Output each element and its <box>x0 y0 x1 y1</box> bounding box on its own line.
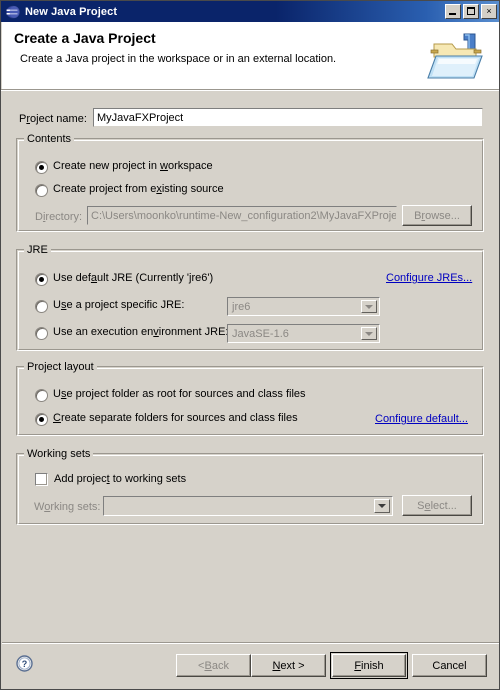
directory-value: C:\Users\moonko\runtime-New_configuratio… <box>91 209 397 222</box>
project-name-label: Project name: <box>19 113 87 125</box>
chevron-down-icon[interactable] <box>374 499 390 513</box>
window-title: New Java Project <box>25 5 118 18</box>
new-java-project-dialog: New Java Project × Create a Java Project… <box>0 0 500 690</box>
chevron-down-icon[interactable] <box>361 327 377 340</box>
directory-label: Directory: <box>35 211 83 223</box>
project-layout-group: Project layout <box>16 361 484 436</box>
svg-text:?: ? <box>22 659 28 669</box>
finish-button[interactable]: Finish <box>330 652 408 679</box>
radio-create-from-existing-source[interactable] <box>35 184 48 197</box>
header-divider-highlight <box>1 90 499 91</box>
maximize-button[interactable] <box>463 4 479 19</box>
close-icon: × <box>486 6 492 16</box>
eclipse-globe-icon <box>5 4 21 20</box>
radio-project-folder-as-root[interactable] <box>35 389 48 402</box>
execution-environment-jre-combo[interactable]: JavaSE-1.6 <box>227 324 380 343</box>
page-subtitle: Create a Java project in the workspace o… <box>20 53 337 65</box>
radio-separate-folders[interactable] <box>35 413 48 426</box>
close-button[interactable]: × <box>481 4 497 19</box>
checkbox-add-project-to-working-sets-label[interactable]: Add project to working sets <box>54 473 186 485</box>
configure-default-link[interactable]: Configure default... <box>375 413 468 425</box>
help-question-icon[interactable]: ? <box>16 655 33 672</box>
radio-create-from-existing-source-label[interactable]: Create project from existing source <box>53 183 224 195</box>
radio-create-new-in-workspace[interactable] <box>35 161 48 174</box>
next-button[interactable]: Next > <box>251 654 326 677</box>
radio-separate-folders-label[interactable]: Create separate folders for sources and … <box>53 412 298 424</box>
chevron-down-icon[interactable] <box>361 300 377 313</box>
page-title: Create a Java Project <box>14 30 156 46</box>
directory-input[interactable]: C:\Users\moonko\runtime-New_configuratio… <box>87 206 397 225</box>
radio-use-project-specific-jre-label[interactable]: Use a project specific JRE: <box>53 299 184 311</box>
project-layout-group-label: Project layout <box>24 361 97 373</box>
radio-project-folder-as-root-label[interactable]: Use project folder as root for sources a… <box>53 388 306 400</box>
radio-use-default-jre-label[interactable]: Use default JRE (Currently 'jre6') <box>53 272 213 284</box>
project-name-input[interactable]: MyJavaFXProject <box>93 108 483 127</box>
contents-group-label: Contents <box>24 133 75 145</box>
execution-environment-jre-value: JavaSE-1.6 <box>232 327 289 340</box>
working-sets-combo-label: Working sets: <box>34 501 101 513</box>
working-sets-group-label: Working sets <box>24 448 94 460</box>
footer-divider-highlight <box>2 643 499 644</box>
java-project-folder-icon <box>420 26 492 86</box>
back-button[interactable]: < Back <box>176 654 251 677</box>
radio-use-project-specific-jre[interactable] <box>35 300 48 313</box>
browse-button[interactable]: Br owse... <box>402 205 472 226</box>
radio-use-execution-environment-jre-label[interactable]: Use an execution environment JRE: <box>53 326 229 338</box>
project-name-value: MyJavaFXProject <box>97 111 184 124</box>
radio-use-execution-environment-jre[interactable] <box>35 327 48 340</box>
cancel-button[interactable]: Cancel <box>412 654 487 677</box>
radio-create-new-in-workspace-label[interactable]: Create new project in workspace <box>53 160 213 172</box>
configure-jres-link[interactable]: Configure JREs... <box>386 272 472 284</box>
dialog-header: Create a Java Project Create a Java proj… <box>2 22 499 89</box>
minimize-button[interactable] <box>445 4 461 19</box>
checkbox-add-project-to-working-sets[interactable] <box>35 473 48 486</box>
radio-use-default-jre[interactable] <box>35 273 48 286</box>
window-controls: × <box>445 4 497 19</box>
select-working-sets-button[interactable]: Se lect... <box>402 495 472 516</box>
jre-group-label: JRE <box>24 244 51 256</box>
project-specific-jre-value: jre6 <box>232 300 251 313</box>
working-sets-combo[interactable] <box>103 496 393 516</box>
project-specific-jre-combo[interactable]: jre6 <box>227 297 380 316</box>
title-bar: New Java Project × <box>1 1 499 22</box>
